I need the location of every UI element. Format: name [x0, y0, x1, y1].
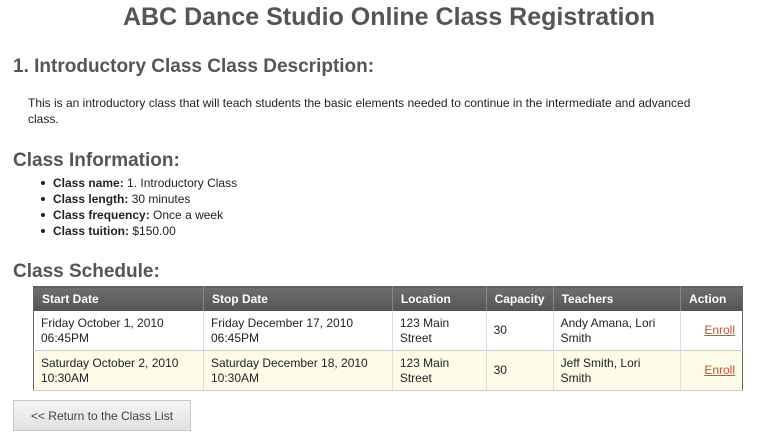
column-header-stop-date: Stop Date [203, 286, 393, 311]
cell-capacity: 30 [486, 311, 554, 351]
schedule-heading: Class Schedule: [13, 261, 160, 282]
cell-capacity: 30 [486, 350, 554, 391]
cell-action: Enroll [680, 350, 743, 391]
cell-start-date: Friday October 1, 2010 06:45PM [33, 311, 204, 351]
class-info-item: Class tuition: $150.00 [39, 223, 237, 239]
return-to-class-list-button[interactable]: << Return to the Class List [13, 400, 191, 431]
location-line-1: 123 Main [399, 355, 450, 370]
class-info-list: Class name: 1. Introductory Class Class … [39, 175, 237, 239]
info-label: Class name: [53, 176, 124, 190]
cell-action: Enroll [680, 311, 743, 351]
cell-stop-date: Saturday December 18, 2010 10:30AM [203, 350, 393, 391]
info-value: Once a week [153, 208, 224, 222]
start-date-text: Saturday October 2, 2010 [41, 355, 179, 370]
stop-date-text: Saturday December 18, 2010 [210, 355, 368, 370]
info-value: 1. Introductory Class [127, 176, 238, 190]
column-header-action: Action [680, 286, 743, 311]
column-header-location: Location [392, 286, 487, 311]
location-line-1: 123 Main [399, 315, 450, 330]
start-time-text: 10:30AM [41, 370, 90, 385]
info-label: Class frequency: [53, 208, 150, 222]
page: ABC Dance Studio Online Class Registrati… [0, 0, 758, 443]
cell-location: 123 Main Street [392, 311, 487, 351]
column-header-teachers: Teachers [553, 286, 682, 311]
teachers-line-1: Jeff Smith, Lori [560, 355, 641, 370]
enroll-link[interactable]: Enroll [688, 363, 735, 378]
teachers-line-2: Smith [560, 330, 592, 345]
cell-stop-date: Friday December 17, 2010 06:45PM [203, 311, 393, 351]
info-label: Class tuition: [53, 224, 130, 238]
location-line-2: Street [399, 330, 432, 345]
page-title: ABC Dance Studio Online Class Registrati… [122, 3, 656, 31]
table-row: Friday October 1, 2010 06:45PM Friday Dec… [33, 311, 743, 351]
start-time-text: 06:45PM [41, 330, 90, 345]
class-info-item: Class length: 30 minutes [39, 191, 237, 207]
stop-time-text: 06:45PM [210, 330, 259, 345]
location-line-2: Street [399, 370, 432, 385]
cell-teachers: Jeff Smith, Lori Smith [553, 350, 682, 391]
class-info-heading: Class Information: [13, 150, 180, 171]
class-info-item: Class frequency: Once a week [39, 207, 237, 223]
cell-location: 123 Main Street [392, 350, 487, 391]
info-value: 30 minutes [131, 192, 191, 206]
stop-time-text: 10:30AM [210, 370, 259, 385]
teachers-line-2: Smith [560, 370, 592, 385]
cell-teachers: Andy Amana, Lori Smith [553, 311, 682, 351]
class-info-item: Class name: 1. Introductory Class [39, 175, 237, 191]
description-text: This is an introductory class that will … [28, 96, 691, 126]
info-label: Class length: [53, 192, 129, 206]
schedule-table: Start Date Stop Date Location Capacity T… [33, 286, 743, 391]
table-row: Saturday October 2, 2010 10:30AM Saturday… [33, 350, 743, 391]
table-header-row: Start Date Stop Date Location Capacity T… [33, 286, 743, 311]
info-value: $150.00 [132, 224, 176, 238]
column-header-start-date: Start Date [33, 286, 204, 311]
enroll-link[interactable]: Enroll [688, 323, 735, 338]
cell-start-date: Saturday October 2, 2010 10:30AM [33, 350, 204, 391]
stop-date-text: Friday December 17, 2010 [210, 315, 354, 330]
description-heading: 1. Introductory Class Class Description: [13, 56, 375, 77]
column-header-capacity: Capacity [486, 286, 554, 311]
start-date-text: Friday October 1, 2010 [41, 315, 164, 330]
teachers-line-1: Andy Amana, Lori [560, 315, 656, 330]
